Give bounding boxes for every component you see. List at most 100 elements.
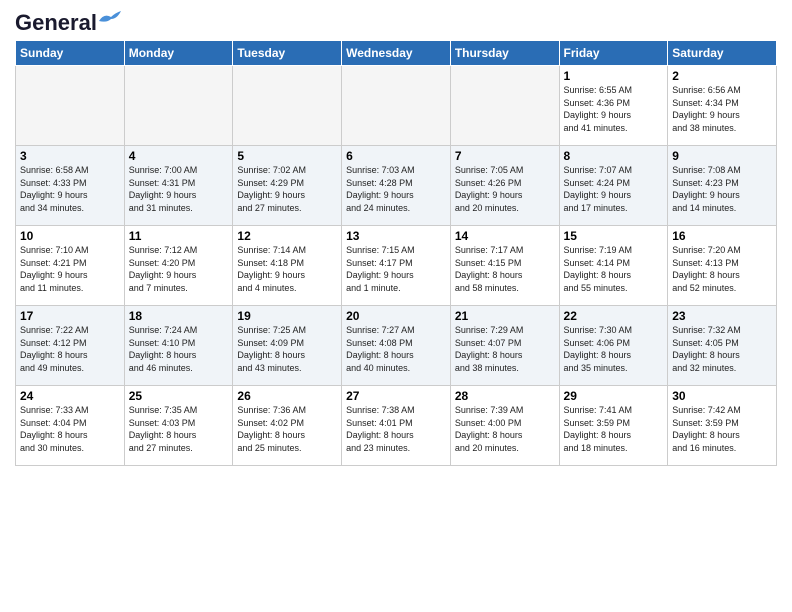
- calendar-cell: 10Sunrise: 7:10 AM Sunset: 4:21 PM Dayli…: [16, 226, 125, 306]
- day-info: Sunrise: 6:56 AM Sunset: 4:34 PM Dayligh…: [672, 84, 772, 134]
- weekday-header-thursday: Thursday: [450, 41, 559, 66]
- calendar-cell: 19Sunrise: 7:25 AM Sunset: 4:09 PM Dayli…: [233, 306, 342, 386]
- day-number: 24: [20, 389, 120, 403]
- day-number: 2: [672, 69, 772, 83]
- calendar-cell: 29Sunrise: 7:41 AM Sunset: 3:59 PM Dayli…: [559, 386, 668, 466]
- calendar-cell: 30Sunrise: 7:42 AM Sunset: 3:59 PM Dayli…: [668, 386, 777, 466]
- day-info: Sunrise: 6:55 AM Sunset: 4:36 PM Dayligh…: [564, 84, 664, 134]
- day-number: 22: [564, 309, 664, 323]
- day-info: Sunrise: 7:33 AM Sunset: 4:04 PM Dayligh…: [20, 404, 120, 454]
- day-number: 13: [346, 229, 446, 243]
- day-info: Sunrise: 7:17 AM Sunset: 4:15 PM Dayligh…: [455, 244, 555, 294]
- day-number: 9: [672, 149, 772, 163]
- calendar-cell: 16Sunrise: 7:20 AM Sunset: 4:13 PM Dayli…: [668, 226, 777, 306]
- day-info: Sunrise: 7:20 AM Sunset: 4:13 PM Dayligh…: [672, 244, 772, 294]
- day-number: 17: [20, 309, 120, 323]
- day-info: Sunrise: 7:05 AM Sunset: 4:26 PM Dayligh…: [455, 164, 555, 214]
- calendar-cell: 22Sunrise: 7:30 AM Sunset: 4:06 PM Dayli…: [559, 306, 668, 386]
- calendar-cell: 4Sunrise: 7:00 AM Sunset: 4:31 PM Daylig…: [124, 146, 233, 226]
- calendar-cell: 26Sunrise: 7:36 AM Sunset: 4:02 PM Dayli…: [233, 386, 342, 466]
- week-row-1: 1Sunrise: 6:55 AM Sunset: 4:36 PM Daylig…: [16, 66, 777, 146]
- day-info: Sunrise: 7:24 AM Sunset: 4:10 PM Dayligh…: [129, 324, 229, 374]
- day-number: 27: [346, 389, 446, 403]
- day-info: Sunrise: 7:03 AM Sunset: 4:28 PM Dayligh…: [346, 164, 446, 214]
- day-number: 4: [129, 149, 229, 163]
- day-number: 28: [455, 389, 555, 403]
- day-number: 11: [129, 229, 229, 243]
- logo-bird-icon: [99, 11, 121, 29]
- calendar-cell: 5Sunrise: 7:02 AM Sunset: 4:29 PM Daylig…: [233, 146, 342, 226]
- calendar-cell: 7Sunrise: 7:05 AM Sunset: 4:26 PM Daylig…: [450, 146, 559, 226]
- day-info: Sunrise: 7:42 AM Sunset: 3:59 PM Dayligh…: [672, 404, 772, 454]
- day-info: Sunrise: 7:00 AM Sunset: 4:31 PM Dayligh…: [129, 164, 229, 214]
- calendar-cell: 17Sunrise: 7:22 AM Sunset: 4:12 PM Dayli…: [16, 306, 125, 386]
- calendar-cell: 12Sunrise: 7:14 AM Sunset: 4:18 PM Dayli…: [233, 226, 342, 306]
- day-info: Sunrise: 7:29 AM Sunset: 4:07 PM Dayligh…: [455, 324, 555, 374]
- day-info: Sunrise: 7:15 AM Sunset: 4:17 PM Dayligh…: [346, 244, 446, 294]
- day-number: 15: [564, 229, 664, 243]
- week-row-2: 3Sunrise: 6:58 AM Sunset: 4:33 PM Daylig…: [16, 146, 777, 226]
- day-number: 29: [564, 389, 664, 403]
- calendar-cell: 18Sunrise: 7:24 AM Sunset: 4:10 PM Dayli…: [124, 306, 233, 386]
- header: General: [15, 10, 777, 32]
- day-info: Sunrise: 7:25 AM Sunset: 4:09 PM Dayligh…: [237, 324, 337, 374]
- weekday-header-friday: Friday: [559, 41, 668, 66]
- day-number: 10: [20, 229, 120, 243]
- day-info: Sunrise: 7:32 AM Sunset: 4:05 PM Dayligh…: [672, 324, 772, 374]
- weekday-header-tuesday: Tuesday: [233, 41, 342, 66]
- day-info: Sunrise: 7:10 AM Sunset: 4:21 PM Dayligh…: [20, 244, 120, 294]
- weekday-header-row: SundayMondayTuesdayWednesdayThursdayFrid…: [16, 41, 777, 66]
- day-number: 20: [346, 309, 446, 323]
- calendar-cell: 1Sunrise: 6:55 AM Sunset: 4:36 PM Daylig…: [559, 66, 668, 146]
- day-number: 1: [564, 69, 664, 83]
- day-info: Sunrise: 7:36 AM Sunset: 4:02 PM Dayligh…: [237, 404, 337, 454]
- calendar-cell: 15Sunrise: 7:19 AM Sunset: 4:14 PM Dayli…: [559, 226, 668, 306]
- day-info: Sunrise: 6:58 AM Sunset: 4:33 PM Dayligh…: [20, 164, 120, 214]
- weekday-header-monday: Monday: [124, 41, 233, 66]
- day-number: 19: [237, 309, 337, 323]
- day-number: 26: [237, 389, 337, 403]
- logo: General: [15, 10, 121, 32]
- day-info: Sunrise: 7:08 AM Sunset: 4:23 PM Dayligh…: [672, 164, 772, 214]
- calendar-cell: 14Sunrise: 7:17 AM Sunset: 4:15 PM Dayli…: [450, 226, 559, 306]
- calendar-cell: 13Sunrise: 7:15 AM Sunset: 4:17 PM Dayli…: [342, 226, 451, 306]
- day-info: Sunrise: 7:39 AM Sunset: 4:00 PM Dayligh…: [455, 404, 555, 454]
- day-info: Sunrise: 7:14 AM Sunset: 4:18 PM Dayligh…: [237, 244, 337, 294]
- logo-text: General: [15, 10, 97, 36]
- day-number: 18: [129, 309, 229, 323]
- day-number: 23: [672, 309, 772, 323]
- day-number: 21: [455, 309, 555, 323]
- week-row-4: 17Sunrise: 7:22 AM Sunset: 4:12 PM Dayli…: [16, 306, 777, 386]
- day-number: 25: [129, 389, 229, 403]
- weekday-header-sunday: Sunday: [16, 41, 125, 66]
- day-number: 30: [672, 389, 772, 403]
- calendar-cell: [124, 66, 233, 146]
- day-info: Sunrise: 7:35 AM Sunset: 4:03 PM Dayligh…: [129, 404, 229, 454]
- calendar-cell: [16, 66, 125, 146]
- day-info: Sunrise: 7:07 AM Sunset: 4:24 PM Dayligh…: [564, 164, 664, 214]
- calendar-cell: 8Sunrise: 7:07 AM Sunset: 4:24 PM Daylig…: [559, 146, 668, 226]
- calendar-cell: [342, 66, 451, 146]
- day-number: 7: [455, 149, 555, 163]
- day-number: 5: [237, 149, 337, 163]
- calendar-cell: 6Sunrise: 7:03 AM Sunset: 4:28 PM Daylig…: [342, 146, 451, 226]
- week-row-3: 10Sunrise: 7:10 AM Sunset: 4:21 PM Dayli…: [16, 226, 777, 306]
- day-number: 14: [455, 229, 555, 243]
- calendar-cell: 25Sunrise: 7:35 AM Sunset: 4:03 PM Dayli…: [124, 386, 233, 466]
- day-info: Sunrise: 7:02 AM Sunset: 4:29 PM Dayligh…: [237, 164, 337, 214]
- day-info: Sunrise: 7:38 AM Sunset: 4:01 PM Dayligh…: [346, 404, 446, 454]
- day-number: 12: [237, 229, 337, 243]
- calendar-cell: 27Sunrise: 7:38 AM Sunset: 4:01 PM Dayli…: [342, 386, 451, 466]
- calendar-cell: 21Sunrise: 7:29 AM Sunset: 4:07 PM Dayli…: [450, 306, 559, 386]
- calendar-cell: 9Sunrise: 7:08 AM Sunset: 4:23 PM Daylig…: [668, 146, 777, 226]
- day-info: Sunrise: 7:12 AM Sunset: 4:20 PM Dayligh…: [129, 244, 229, 294]
- calendar-cell: [450, 66, 559, 146]
- day-info: Sunrise: 7:30 AM Sunset: 4:06 PM Dayligh…: [564, 324, 664, 374]
- calendar-cell: 24Sunrise: 7:33 AM Sunset: 4:04 PM Dayli…: [16, 386, 125, 466]
- weekday-header-saturday: Saturday: [668, 41, 777, 66]
- day-number: 8: [564, 149, 664, 163]
- day-info: Sunrise: 7:41 AM Sunset: 3:59 PM Dayligh…: [564, 404, 664, 454]
- day-number: 3: [20, 149, 120, 163]
- calendar-cell: 3Sunrise: 6:58 AM Sunset: 4:33 PM Daylig…: [16, 146, 125, 226]
- calendar-cell: 23Sunrise: 7:32 AM Sunset: 4:05 PM Dayli…: [668, 306, 777, 386]
